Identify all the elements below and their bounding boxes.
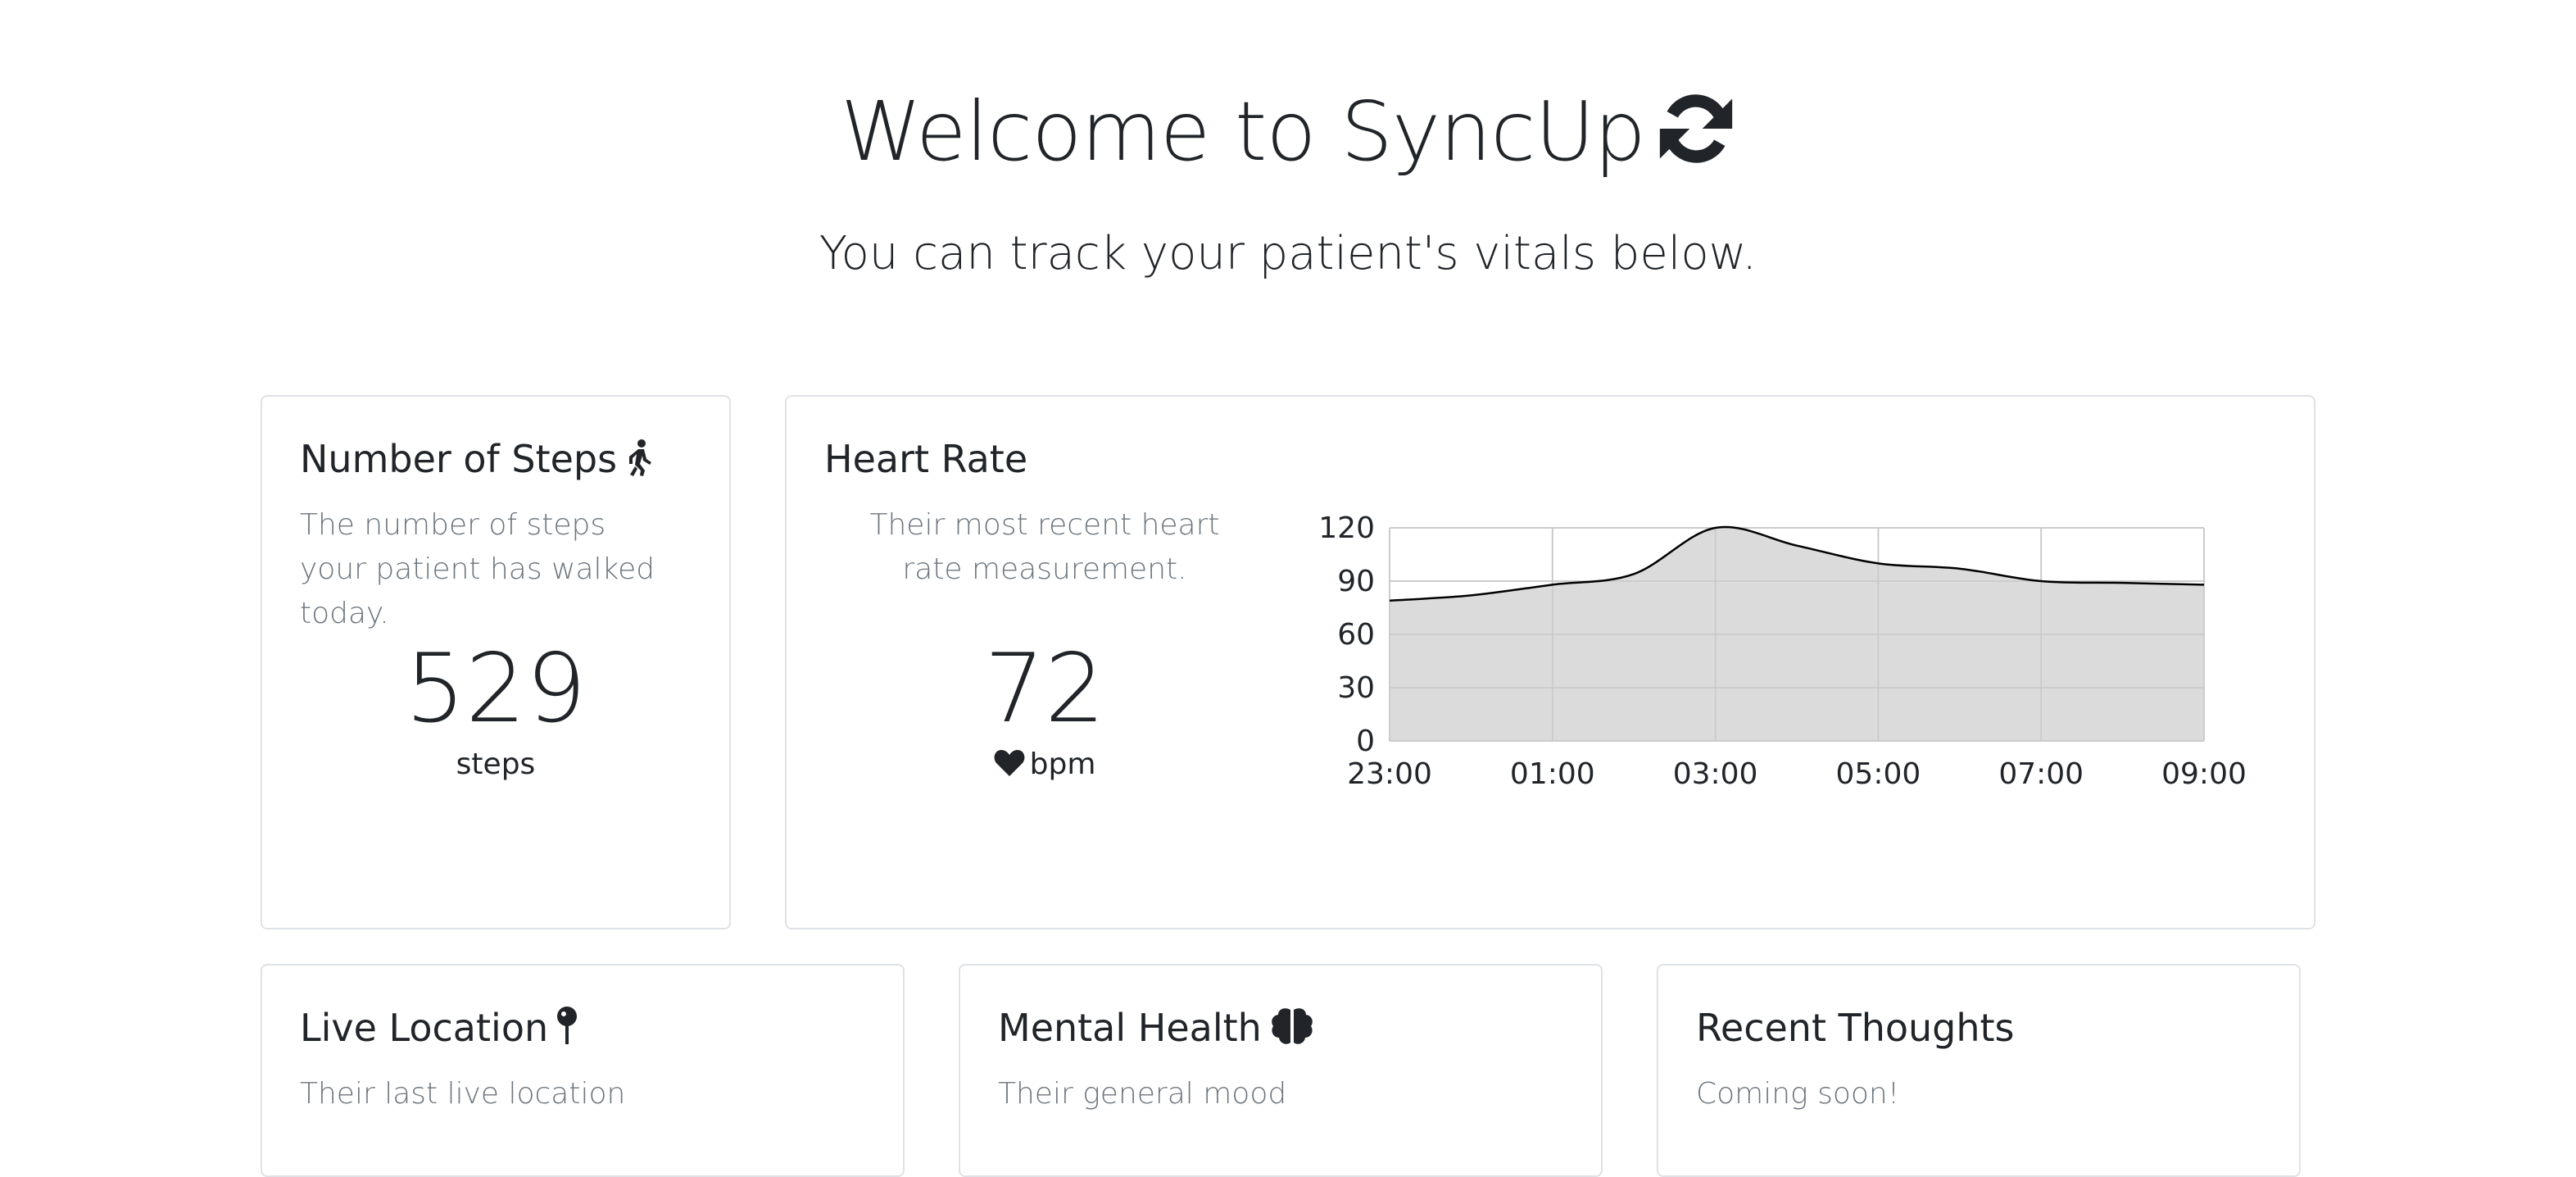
- recent-thoughts-card-title: Recent Thoughts: [1696, 1006, 2015, 1050]
- steps-card-description: The number of steps your patient has wal…: [300, 508, 655, 630]
- recent-thoughts-description: Coming soon!: [1696, 1077, 1900, 1111]
- chart-y-tick-label: 120: [1318, 511, 1375, 545]
- live-location-description: Their last live location: [300, 1077, 626, 1111]
- walking-icon: [629, 439, 652, 476]
- chart-y-tick-label: 0: [1356, 725, 1375, 758]
- chart-x-tick-label: 05:00: [1836, 757, 1921, 791]
- map-pin-icon: [557, 1007, 578, 1044]
- chart-x-tick-label: 07:00: [1998, 757, 2084, 791]
- heart-icon: [994, 750, 1025, 776]
- steps-card-title: Number of Steps: [300, 434, 653, 484]
- steps-unit: steps: [456, 748, 536, 781]
- heart-rate-card-title: Heart Rate: [824, 437, 1028, 481]
- mental-health-card-title-text: Mental Health: [998, 1006, 1262, 1050]
- brain-icon: [1272, 1008, 1313, 1044]
- steps-card-title-text: Number of Steps: [300, 437, 618, 481]
- mental-health-card-title: Mental Health: [998, 1003, 1314, 1052]
- heart-rate-value: 72: [984, 634, 1105, 744]
- steps-value: 529: [405, 634, 587, 744]
- recent-thoughts-card: Recent Thoughts Coming soon!: [1657, 964, 2301, 1177]
- heart-rate-card: Heart Rate Their most recent heart rate …: [785, 395, 2315, 929]
- chart-x-tick-label: 09:00: [2161, 757, 2247, 791]
- page-title-text: Welcome to SyncUp: [840, 84, 1646, 180]
- chart-x-tick-label: 03:00: [1673, 757, 1758, 791]
- chart-x-tick-label: 01:00: [1510, 757, 1595, 791]
- heart-rate-chart: 0 30 60 90 120 23:00 01:00 03:00 05:00 07:00 09:00: [1318, 511, 2247, 791]
- live-location-card-title: Live Location: [300, 1003, 578, 1052]
- sync-icon: [1657, 87, 1735, 193]
- live-location-card-title-text: Live Location: [300, 1006, 549, 1050]
- page-subtitle: You can track your patient's vitals belo…: [819, 227, 1757, 280]
- live-location-card: Live Location Their last live location: [261, 964, 905, 1177]
- heart-rate-unit-row: bpm: [844, 744, 1245, 785]
- mental-health-card: Mental Health Their general mood: [959, 964, 1603, 1177]
- page-title: Welcome to SyncUp: [0, 79, 2576, 193]
- steps-card: Number of Steps The number of steps your…: [261, 395, 731, 929]
- heart-rate-description: Their most recent heart rate measurement…: [869, 508, 1220, 586]
- chart-y-tick-label: 30: [1337, 671, 1375, 705]
- chart-x-tick-label: 23:00: [1347, 757, 1432, 791]
- heart-rate-unit: bpm: [1029, 748, 1096, 781]
- chart-y-tick-label: 60: [1337, 618, 1375, 652]
- mental-health-description: Their general mood: [998, 1077, 1287, 1111]
- chart-y-tick-label: 90: [1337, 565, 1375, 598]
